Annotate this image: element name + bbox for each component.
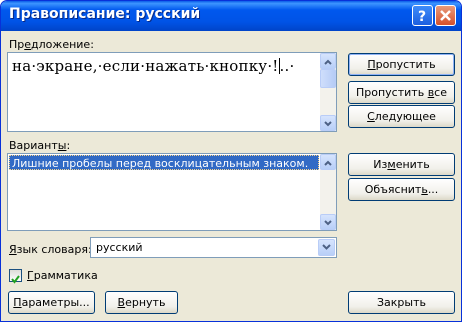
chevron-up-icon (324, 160, 332, 166)
language-label: Язык словаря: (9, 243, 92, 256)
close-icon (440, 10, 451, 21)
grammar-checkbox[interactable] (9, 269, 22, 284)
sentence-label: Предложение: (9, 38, 94, 51)
sentence-scrollbar[interactable] (320, 53, 336, 131)
scroll-down-button[interactable] (320, 115, 336, 131)
close-button[interactable] (435, 5, 456, 26)
window-title: Правописание: русский (9, 6, 201, 22)
check-icon (11, 275, 20, 284)
suggestions-list[interactable]: Лишние пробелы перед восклицательным зна… (7, 153, 337, 231)
change-button[interactable]: Изменить (348, 153, 455, 176)
title-bar[interactable]: Правописание: русский ? (1, 1, 461, 31)
help-button[interactable]: ? (412, 5, 433, 26)
question-mark-icon: ? (418, 9, 426, 23)
skip-all-button[interactable]: Пропустить все (348, 81, 455, 104)
options-button[interactable]: Параметры... (8, 291, 95, 314)
suggestions-label: Варианты: (9, 139, 71, 152)
list-item[interactable]: Лишние пробелы перед восклицательным зна… (9, 155, 319, 170)
close-dialog-button[interactable]: Закрыть (348, 291, 455, 314)
chevron-down-icon (324, 220, 332, 226)
skip-button[interactable]: Пропустить (348, 53, 455, 76)
chevron-down-icon (324, 121, 332, 127)
spelling-dialog: Правописание: русский ? Предложение: на·… (0, 0, 462, 322)
scroll-up-button[interactable] (320, 154, 336, 170)
explain-button[interactable]: Объяснить... (348, 178, 455, 201)
undo-button[interactable]: Вернуть (105, 291, 178, 314)
svg-text:?: ? (418, 9, 426, 23)
sentence-text: на·экране,·если·нажать·кнопку·!..· (12, 57, 295, 75)
next-button[interactable]: Следующее (348, 105, 455, 128)
scroll-up-button[interactable] (320, 53, 336, 69)
sentence-text-box[interactable]: на·экране,·если·нажать·кнопку·!..· (7, 52, 337, 132)
chevron-up-icon (324, 59, 332, 65)
language-value: русский (96, 241, 143, 254)
grammar-label[interactable]: Грамматика (27, 269, 98, 282)
chevron-down-icon (322, 244, 331, 250)
language-select[interactable]: русский (90, 237, 337, 258)
suggestions-scrollbar[interactable] (320, 154, 336, 230)
scroll-down-button[interactable] (320, 214, 336, 230)
language-dropdown-button[interactable] (318, 239, 335, 256)
scroll-thumb[interactable] (320, 69, 336, 88)
